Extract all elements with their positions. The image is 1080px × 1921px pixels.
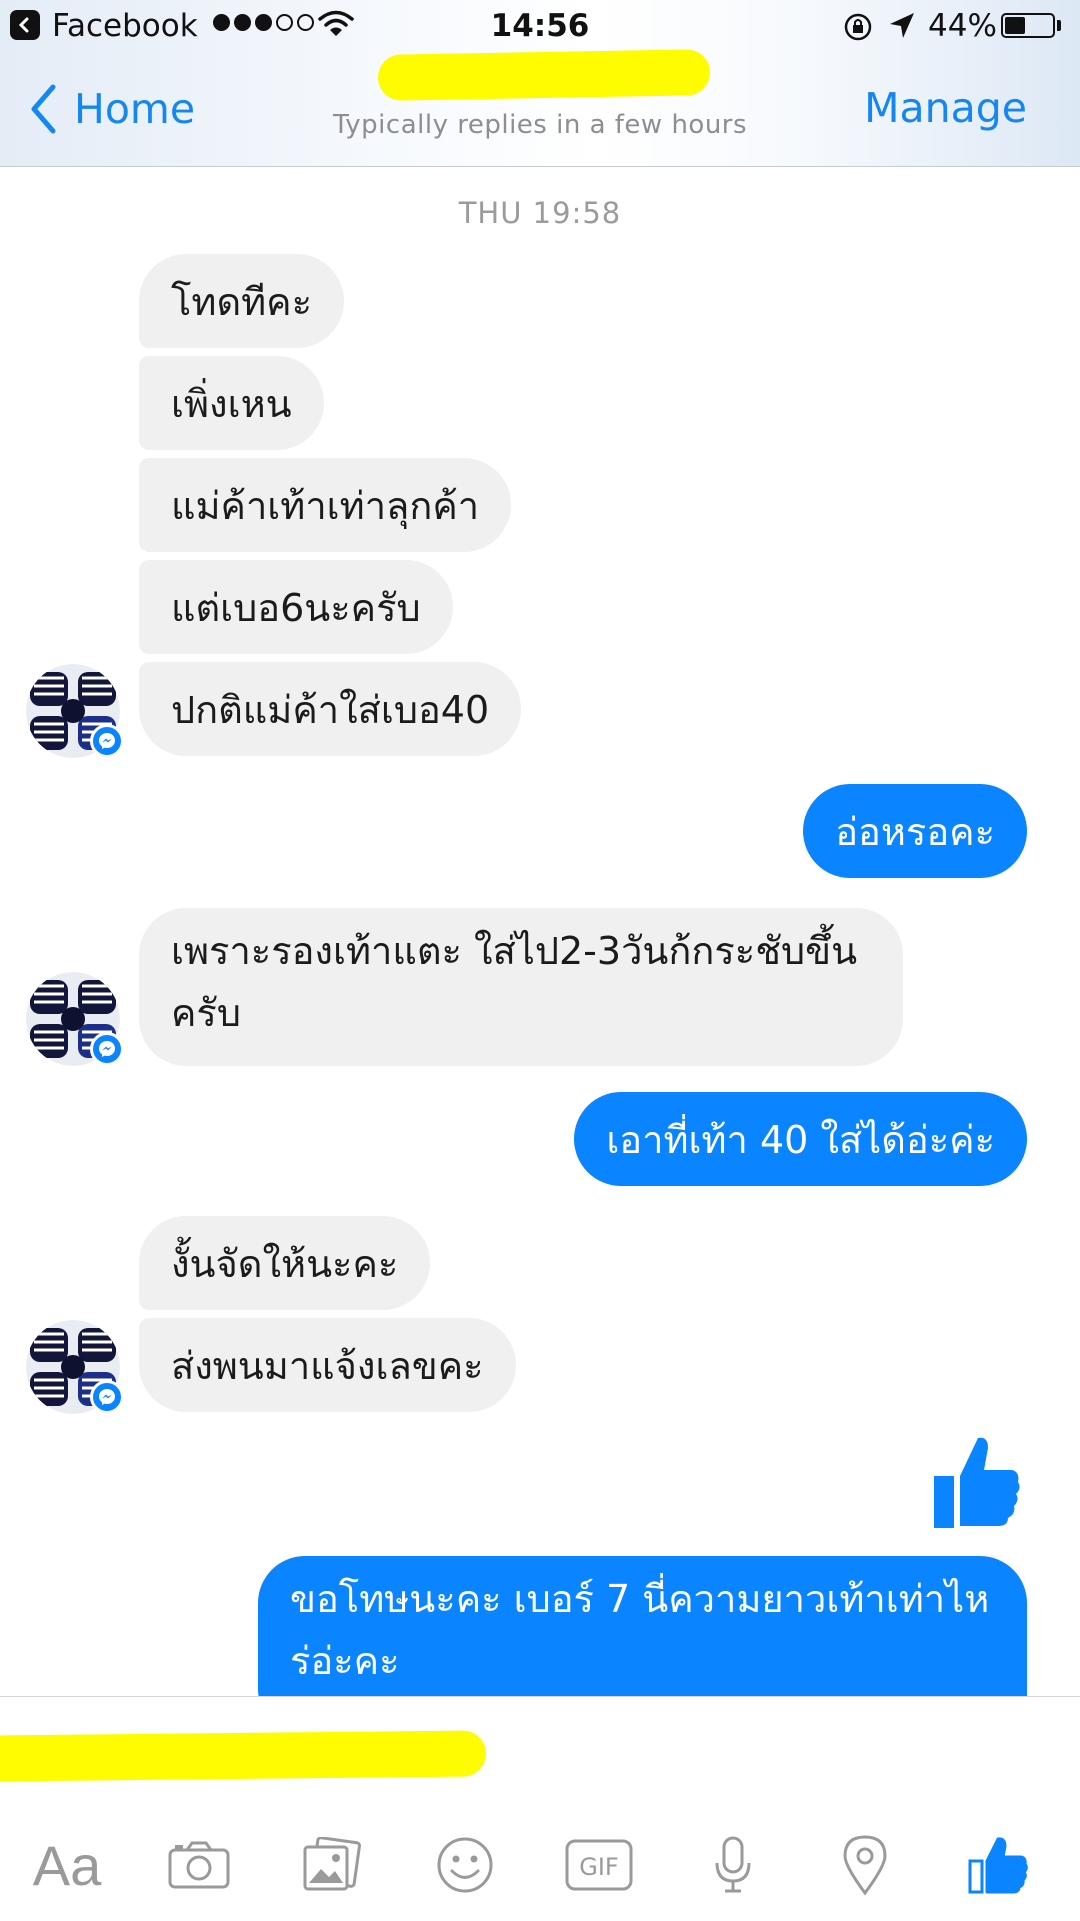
composer-toolbar: Aa GIF [0,1825,1080,1921]
photo-gallery-button[interactable] [286,1825,376,1905]
contact-avatar[interactable] [26,664,124,758]
camera-icon [168,1841,230,1889]
photo-icon [303,1837,361,1891]
incoming-message[interactable]: ส่งพนมาแจ้งเลขคะ [139,1318,516,1412]
status-bar: Facebook 14:56 44% [0,0,1080,52]
incoming-message[interactable]: ปกติแม่ค้าใส่เบอ40 [139,662,522,756]
manage-button[interactable]: Manage [864,84,1027,132]
incoming-message[interactable]: เพราะรองเท้าแตะ ใส่ไป2-3วันก้กระชับขึ้นค… [139,908,903,1066]
outgoing-message[interactable]: เอาที่เท้า 40 ใส่ได้อ่ะค่ะ [574,1092,1027,1186]
conversation-header: Facebook 14:56 44% Home Typically replie… [0,0,1080,167]
incoming-message[interactable]: โทดทีคะ [139,254,345,348]
sent-like-thumbs-up-icon[interactable] [930,1434,1022,1532]
messenger-badge-icon [90,1380,124,1414]
text-format-icon: Aa [32,1833,102,1897]
message-input[interactable] [0,1727,520,1787]
outgoing-message[interactable]: ขอโทษนะคะ เบอร์ 7 นี่ความยาวเท้าเท่าไหร่… [258,1556,1027,1696]
location-share-button[interactable] [820,1825,910,1905]
incoming-message[interactable]: แม่ค้าเท้าเท่าลุกค้า [139,458,512,552]
voice-record-button[interactable] [688,1825,778,1905]
contact-name-redacted[interactable] [377,49,711,101]
gif-label: GIF [579,1853,618,1881]
battery-level [1005,17,1025,34]
emoji-button[interactable] [420,1825,510,1905]
contact-avatar[interactable] [26,972,124,1066]
incoming-message[interactable]: เพิ่งเหน [139,356,324,450]
location-services-icon [890,13,914,38]
message-timestamp: THU 19:58 [458,196,622,230]
camera-button[interactable] [154,1825,244,1905]
incoming-message[interactable]: แต่เบอ6นะครับ [139,560,453,654]
text-format-button[interactable]: Aa [22,1825,112,1905]
gif-button[interactable]: GIF [554,1825,644,1905]
incoming-message[interactable]: งั้นจัดให้นะคะ [139,1216,431,1310]
send-like-button[interactable] [953,1825,1043,1905]
like-icon [968,1837,1028,1894]
battery-percent: 44% [928,8,997,44]
outgoing-message[interactable]: อ่อหรอคะ [803,784,1027,878]
contact-avatar[interactable] [26,1320,124,1414]
battery-icon [1001,13,1055,38]
clock-time: 14:56 [490,8,590,44]
message-list[interactable]: THU 19:58 โทดทีคะ เพิ่งเหน แม่ค้าเท้าเท่… [0,166,1080,1696]
orientation-lock-icon [844,13,872,41]
message-composer: Aa GIF [0,1696,1080,1921]
emoji-icon [437,1837,493,1893]
messenger-badge-icon [90,1032,124,1066]
messenger-badge-icon [90,724,124,758]
battery-tip [1057,20,1061,31]
location-icon [843,1835,887,1896]
gif-icon: GIF [565,1839,633,1891]
microphone-icon [715,1836,751,1893]
